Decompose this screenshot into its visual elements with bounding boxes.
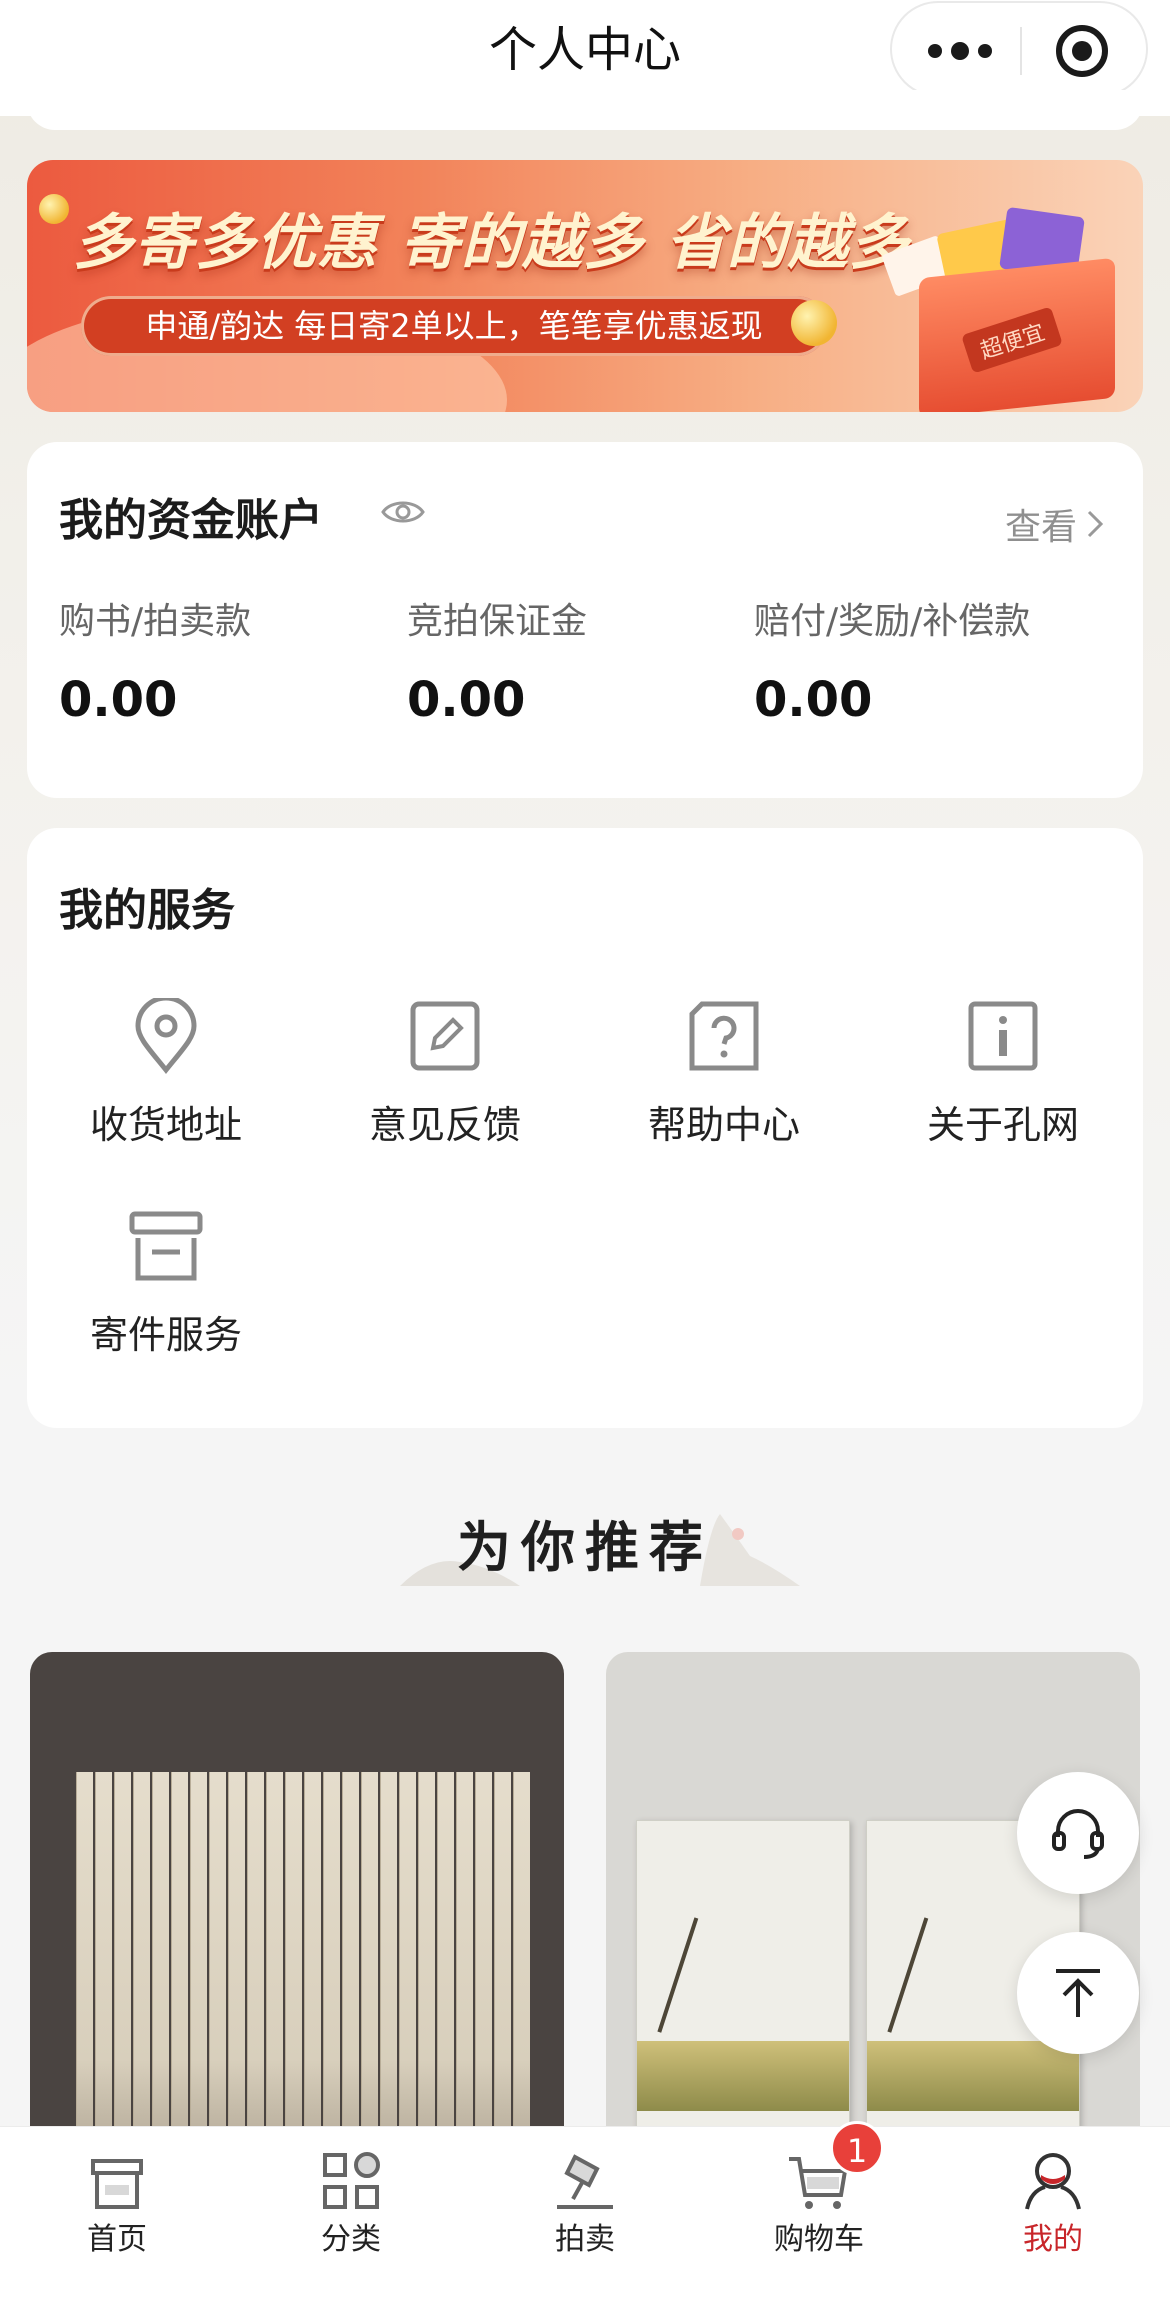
mini-program-capsule: [890, 1, 1148, 97]
fund-item-book-auction[interactable]: 购书/拍卖款 0.00: [59, 600, 379, 728]
tab-label: 分类: [321, 2222, 381, 2257]
banner-headline: 多寄多优惠 寄的越多 省的越多: [73, 208, 910, 278]
view-funds-link[interactable]: 查看: [1005, 498, 1107, 550]
help-icon: [689, 1001, 759, 1071]
service-label: 收货地址: [89, 1103, 242, 1147]
customer-service-button[interactable]: [1017, 1772, 1139, 1894]
info-icon: [968, 1001, 1038, 1071]
edit-icon: [410, 1001, 480, 1071]
profile-icon: [1025, 2153, 1081, 2210]
tab-auction[interactable]: 拍卖: [505, 2149, 665, 2259]
recommend-title: 为你推荐: [457, 1516, 713, 1579]
service-help-center[interactable]: 帮助中心: [604, 998, 844, 1158]
view-funds-label: 查看: [1004, 507, 1077, 548]
product-card[interactable]: [606, 1652, 1140, 2132]
tab-label: 拍卖: [555, 2222, 615, 2257]
tab-home[interactable]: 首页: [37, 2149, 197, 2259]
service-label: 寄件服务: [89, 1313, 242, 1357]
fund-item-deposit[interactable]: 竞拍保证金 0.00: [407, 600, 727, 728]
fund-value: 0.00: [59, 672, 178, 728]
tab-label: 首页: [87, 2222, 147, 2257]
previous-card-edge: [27, 90, 1143, 130]
banner-subtitle: 申通/韵达 每日寄2单以上，笔笔享优惠返现: [81, 296, 827, 356]
home-icon: [91, 2159, 143, 2209]
service-label: 关于孔网: [926, 1103, 1079, 1147]
fund-account-title: 我的资金账户: [59, 495, 323, 546]
service-about[interactable]: 关于孔网: [883, 998, 1123, 1158]
category-icon: [323, 2152, 380, 2209]
my-services-title: 我的服务: [59, 885, 235, 936]
chevron-right-icon: [1087, 510, 1104, 538]
cart-count-badge: 1: [830, 2121, 884, 2175]
capsule-divider: [1020, 27, 1022, 75]
fund-label: 购书/拍卖款: [59, 601, 252, 642]
gift-box-illustration: 超便宜: [877, 200, 1137, 412]
archive-box-icon: [129, 1211, 203, 1281]
coin-icon: [39, 194, 69, 224]
coin-icon: [791, 300, 837, 346]
tab-label: 我的: [1023, 2222, 1083, 2257]
my-services-card: 我的服务 收货地址 意见反馈 帮助中心 关于孔网 寄件服务: [27, 828, 1143, 1428]
promo-banner[interactable]: 多寄多优惠 寄的越多 省的越多 申通/韵达 每日寄2单以上，笔笔享优惠返现 超便…: [27, 160, 1143, 412]
headset-icon: [1052, 1809, 1104, 1859]
fund-label: 竞拍保证金: [407, 601, 588, 642]
fund-label: 赔付/奖励/补偿款: [754, 601, 1031, 642]
eye-icon[interactable]: [381, 498, 425, 526]
bottom-tab-bar: 首页 分类 拍卖 购物车 我的: [0, 2126, 1170, 2308]
fund-value: 0.00: [754, 672, 873, 728]
fund-value: 0.00: [407, 672, 526, 728]
tab-category[interactable]: 分类: [271, 2149, 431, 2259]
tab-label: 购物车: [774, 2222, 864, 2257]
product-card[interactable]: [30, 1652, 564, 2132]
back-to-top-icon: [1056, 1969, 1100, 2017]
tab-profile[interactable]: 我的: [973, 2149, 1133, 2259]
target-circle-icon[interactable]: [1056, 25, 1108, 77]
service-feedback[interactable]: 意见反馈: [325, 998, 565, 1158]
auction-hammer-icon: [557, 2154, 613, 2209]
service-shipping-address[interactable]: 收货地址: [46, 998, 286, 1158]
location-pin-icon: [135, 998, 197, 1074]
back-to-top-button[interactable]: [1017, 1932, 1139, 2054]
more-dots-icon[interactable]: [928, 37, 992, 65]
product-image: [76, 1772, 536, 2132]
service-label: 意见反馈: [368, 1103, 521, 1147]
fund-account-card: 我的资金账户 查看 购书/拍卖款 0.00 竞拍保证金 0.00 赔付/奖励/补…: [27, 442, 1143, 798]
service-send-package[interactable]: 寄件服务: [46, 1208, 286, 1368]
service-label: 帮助中心: [647, 1103, 800, 1147]
fund-item-compensation[interactable]: 赔付/奖励/补偿款 0.00: [754, 600, 1074, 728]
